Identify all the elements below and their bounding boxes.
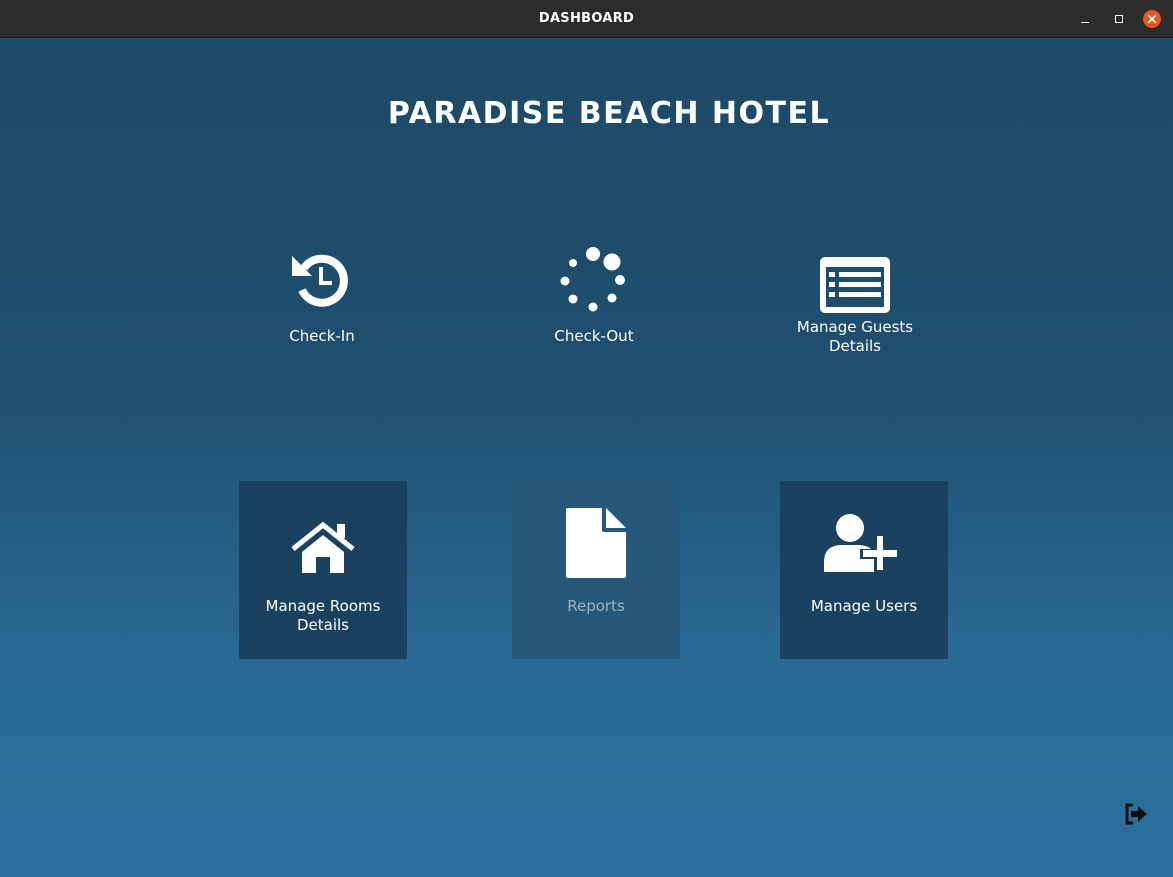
- reports-label: Reports: [567, 597, 625, 615]
- close-button[interactable]: [1143, 10, 1161, 28]
- check-in-label: Check-In: [289, 327, 355, 345]
- manage-rooms-button[interactable]: Manage Rooms Details: [239, 481, 407, 659]
- sign-out-icon: [1125, 803, 1147, 825]
- dashboard-content: PARADISE BEACH HOTEL Check-In Check-Out …: [0, 38, 1173, 877]
- manage-users-label: Manage Users: [810, 597, 918, 615]
- manage-rooms-label-line1: Manage Rooms: [265, 597, 381, 615]
- check-in-button[interactable]: Check-In: [238, 230, 406, 408]
- close-icon: [1147, 14, 1157, 24]
- manage-rooms-label-line2: Details: [296, 616, 349, 634]
- hotel-name-heading: PARADISE BEACH HOTEL: [387, 96, 831, 131]
- user-plus-icon: [824, 514, 900, 572]
- spinner-icon: [560, 247, 625, 312]
- manage-users-button[interactable]: Manage Users: [780, 481, 948, 659]
- file-icon: [566, 508, 626, 578]
- maximize-button[interactable]: [1109, 9, 1129, 29]
- logout-button[interactable]: [1124, 802, 1148, 826]
- home-icon: [291, 521, 355, 573]
- manage-guests-label: Manage Guests Details: [771, 318, 939, 356]
- manage-guests-label-line1: Manage Guests: [796, 318, 914, 336]
- manage-guests-button[interactable]: Manage Guests Details: [771, 230, 939, 408]
- list-alt-icon: [820, 257, 890, 313]
- history-icon: [292, 254, 348, 307]
- check-out-label: Check-Out: [554, 327, 634, 345]
- minimize-button[interactable]: [1075, 9, 1095, 29]
- title-bar: DASHBOARD: [0, 0, 1173, 38]
- manage-rooms-label: Manage Rooms Details: [239, 597, 407, 635]
- manage-guests-label-line2: Details: [828, 337, 881, 355]
- reports-button[interactable]: Reports: [512, 481, 680, 659]
- check-out-button[interactable]: Check-Out: [510, 230, 678, 408]
- window-title: DASHBOARD: [538, 11, 635, 26]
